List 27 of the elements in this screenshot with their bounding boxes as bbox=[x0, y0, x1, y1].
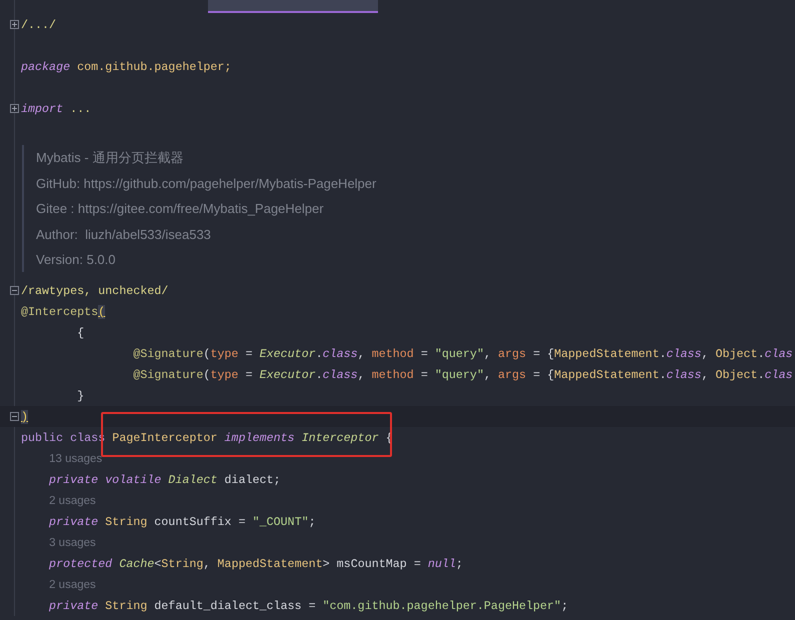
collapse-icon[interactable] bbox=[10, 412, 19, 421]
expand-icon[interactable] bbox=[10, 20, 19, 29]
usages-hint[interactable]: 2 usages bbox=[49, 578, 96, 590]
doc-comment-line: Gitee : https://gitee.com/free/Mybatis_PageHelper bbox=[36, 200, 324, 218]
code-line: private String default_dialect_class = "com.github.pagehelper.PageHelper"; bbox=[48, 598, 568, 612]
code-line: @Signature(type = Executor.class, method = "query", args = {MappedStatement.class, Object.clas bbox=[132, 346, 793, 360]
code-line: private volatile Dialect dialect; bbox=[48, 472, 281, 486]
doc-comment-line: Version: 5.0.0 bbox=[36, 251, 116, 269]
expand-icon[interactable] bbox=[10, 104, 19, 113]
usages-hint[interactable]: 2 usages bbox=[49, 494, 96, 506]
code-line: /.../ bbox=[21, 18, 56, 32]
usages-hint[interactable]: 3 usages bbox=[49, 536, 96, 548]
code-line: { bbox=[76, 326, 84, 340]
code-line: /rawtypes, unchecked/ bbox=[21, 284, 168, 298]
doc-comment-line: Mybatis - 通用分页拦截器 bbox=[36, 149, 184, 167]
collapse-icon[interactable] bbox=[10, 286, 19, 295]
editor-tab[interactable] bbox=[208, 0, 378, 13]
code-line: protected Cache<String, MappedStatement> msCountMap = null; bbox=[48, 556, 463, 570]
code-line: package com.github.pagehelper; bbox=[21, 60, 232, 74]
code-line: } bbox=[76, 388, 84, 402]
doc-comment-line: GitHub: https://github.com/pagehelper/Mybatis-PageHelper bbox=[36, 174, 376, 193]
code-line: @Intercepts( bbox=[21, 304, 106, 318]
doc-comment-line: Author: liuzh/abel533/isea533 bbox=[36, 226, 211, 244]
code-line: private String countSuffix = "_COUNT"; bbox=[48, 514, 316, 528]
code-line: import ... bbox=[21, 102, 92, 116]
code-line: @Signature(type = Executor.class, method = "query", args = {MappedStatement.class, Object.clas bbox=[132, 368, 793, 382]
usages-hint[interactable]: 13 usages bbox=[49, 452, 102, 464]
